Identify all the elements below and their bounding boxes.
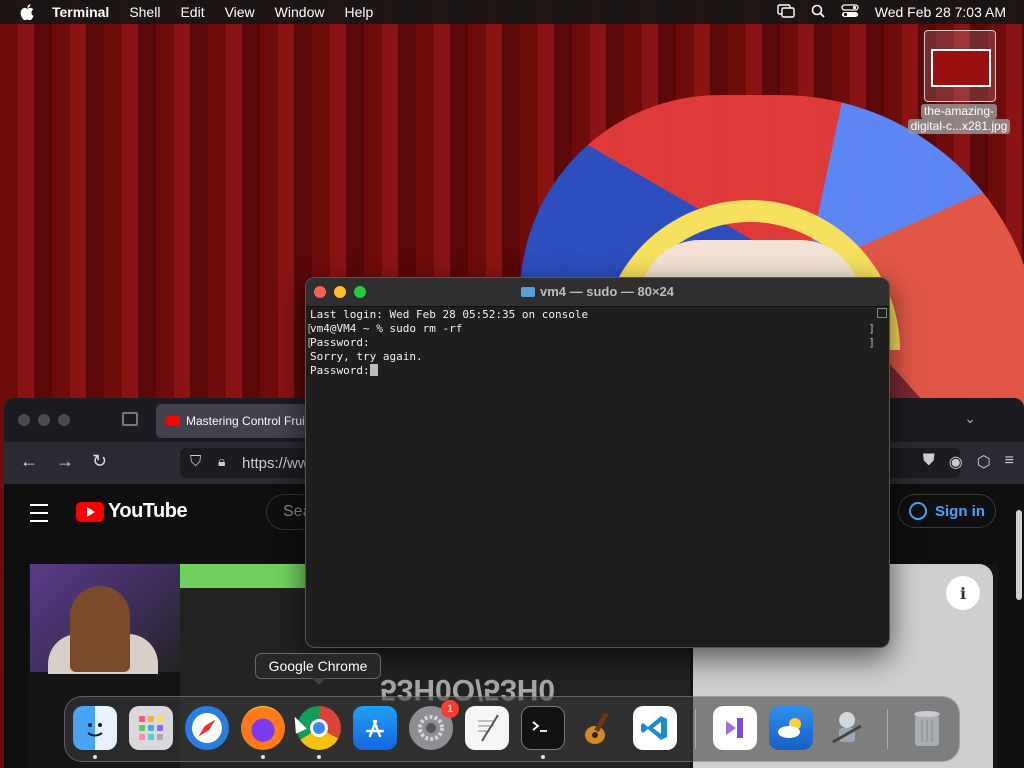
running-indicator: [541, 755, 545, 759]
visual-studio-icon[interactable]: [713, 706, 757, 750]
youtube-play-icon: [76, 501, 104, 522]
pocket-icon[interactable]: ⛊: [923, 452, 935, 472]
textedit-icon[interactable]: [465, 706, 509, 750]
file-label-line-2: digital-c...x281.jpg: [907, 119, 1011, 134]
terminal-title-bar[interactable]: vm4 — sudo — 80×24: [306, 278, 889, 307]
terminal-line: vm4@VM4 ~ % sudo rm -rf: [310, 322, 463, 335]
dock-tooltip: Google Chrome: [255, 653, 381, 685]
tab-list-chevron-down-icon[interactable]: ⌄: [964, 410, 976, 427]
menu-help[interactable]: Help: [344, 4, 373, 20]
spotlight-search-icon[interactable]: [811, 4, 825, 21]
settings-icon[interactable]: 1: [409, 700, 459, 750]
terminal-window[interactable]: vm4 — sudo — 80×24 Last login: Wed Feb 2…: [305, 277, 890, 648]
account-icon[interactable]: ◉: [949, 452, 963, 472]
dock-separator: [695, 709, 696, 749]
youtube-logo[interactable]: YouTube: [76, 500, 188, 523]
folder-icon: [520, 287, 535, 297]
terminal-scroll-indicator[interactable]: [877, 308, 887, 318]
firefox-icon[interactable]: [241, 706, 285, 750]
menu-app-name[interactable]: Terminal: [52, 4, 109, 20]
youtube-menu-icon[interactable]: [30, 504, 48, 522]
terminal-title: vm4 — sudo — 80×24: [306, 284, 889, 299]
terminal-line: Last login: Wed Feb 28 05:52:35 on conso…: [310, 308, 589, 321]
apple-menu-icon[interactable]: [18, 3, 36, 21]
trash-icon[interactable]: [905, 706, 949, 750]
garageband-icon[interactable]: [577, 706, 621, 750]
line-marker: [: [306, 336, 313, 349]
notification-badge: 1: [441, 700, 459, 718]
back-arrow-icon[interactable]: ←: [20, 451, 38, 472]
menu-edit[interactable]: Edit: [180, 4, 204, 20]
lock-icon[interactable]: 🔒︎: [218, 453, 225, 470]
menu-bar: Terminal Shell Edit View Window Help Wed…: [0, 0, 1024, 24]
user-avatar-icon: [909, 502, 927, 520]
running-indicator: [261, 755, 265, 759]
terminal-line: Password:: [310, 364, 370, 377]
terminal-prompt-line: Password:: [310, 364, 873, 378]
line-marker: ]: [868, 322, 875, 335]
page-scrollbar[interactable]: [1016, 510, 1022, 600]
reload-icon[interactable]: ↻: [92, 451, 107, 472]
browser-tab-youtube[interactable]: Mastering Control Frui: [156, 404, 316, 438]
youtube-favicon-icon: [166, 416, 180, 426]
image-thumbnail: [931, 49, 991, 87]
sign-in-label: Sign in: [935, 502, 985, 520]
control-center-icon[interactable]: [841, 3, 859, 21]
minimize-button[interactable]: [38, 414, 50, 426]
close-button[interactable]: [18, 414, 30, 426]
line-marker: ]: [868, 336, 875, 349]
running-indicator: [93, 755, 97, 759]
sign-in-button[interactable]: Sign in: [898, 494, 996, 528]
finder-icon[interactable]: [73, 706, 117, 750]
app-store-icon[interactable]: [353, 706, 397, 750]
hamburger-menu-icon[interactable]: ≡: [1005, 452, 1014, 472]
youtube-logo-text: YouTube: [108, 500, 188, 522]
dock-separator: [887, 709, 888, 749]
safari-icon[interactable]: [185, 706, 229, 750]
url-text[interactable]: https://ww: [242, 455, 309, 472]
desktop-file-label[interactable]: the-amazing- digital-c...x281.jpg: [900, 104, 1018, 134]
vscode-icon[interactable]: [633, 706, 677, 750]
menu-shell[interactable]: Shell: [129, 4, 160, 20]
forward-arrow-icon[interactable]: →: [56, 451, 74, 472]
tracking-protection-shield-icon[interactable]: ⛉: [190, 453, 201, 470]
tab-overview-icon[interactable]: [122, 412, 138, 426]
toolbar-right-icons: ⛊ ◉ ⬡ ≡: [923, 452, 1014, 472]
launchpad-icon[interactable]: [129, 706, 173, 750]
info-icon[interactable]: i: [946, 576, 980, 610]
weather-icon[interactable]: [769, 706, 813, 750]
terminal-output[interactable]: Last login: Wed Feb 28 05:52:35 on conso…: [310, 308, 873, 647]
menu-view[interactable]: View: [225, 4, 255, 20]
file-label-line-1: the-amazing-: [920, 104, 998, 119]
extensions-icon[interactable]: ⬡: [977, 452, 991, 472]
terminal-line: Sorry, try again.: [310, 350, 423, 363]
terminal-line: Password:: [310, 336, 370, 349]
screen-mirroring-icon[interactable]: [777, 3, 795, 21]
presenter: [70, 586, 130, 672]
dock: 1: [64, 696, 960, 762]
firefox-window-controls: [18, 414, 70, 426]
terminal-title-text: vm4 — sudo — 80×24: [539, 284, 675, 299]
terminal-cursor: [369, 364, 378, 376]
menu-window[interactable]: Window: [275, 4, 325, 20]
running-indicator: [317, 755, 321, 759]
desktop-file-icon[interactable]: [924, 30, 996, 102]
webcam-overlay: [30, 564, 180, 674]
terminal-icon[interactable]: [521, 706, 565, 750]
menu-bar-clock[interactable]: Wed Feb 28 7:03 AM: [875, 4, 1006, 20]
line-marker: [: [306, 322, 313, 335]
zoom-button[interactable]: [58, 414, 70, 426]
tab-title: Mastering Control Frui: [186, 414, 305, 428]
automator-icon[interactable]: [825, 706, 869, 750]
